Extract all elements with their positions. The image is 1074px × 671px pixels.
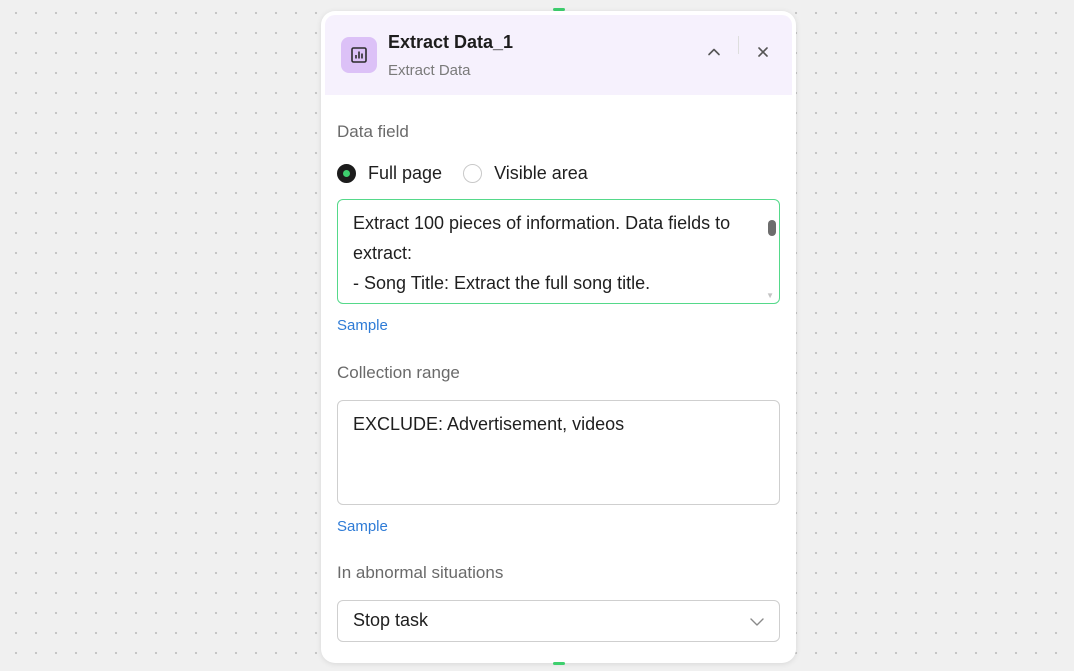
chevron-up-icon (708, 48, 720, 56)
collapse-button[interactable] (703, 41, 725, 63)
abnormal-situations-select[interactable]: Stop task (337, 600, 780, 642)
radio-full-page-label: Full page (368, 162, 443, 183)
radio-visible-area-label: Visible area (494, 162, 588, 183)
node-header: Extract Data_1 Extract Data (325, 15, 792, 95)
textarea-line: - Song Title: Extract the full song titl… (353, 273, 651, 293)
collection-range-textarea[interactable]: EXCLUDE: Advertisement, videos (337, 400, 780, 505)
textarea-line: extract: (353, 243, 413, 263)
radio-full-page[interactable]: Full page (337, 163, 442, 184)
extract-data-node-card: Extract Data_1 Extract Data Data field F… (321, 11, 796, 663)
radio-unchecked-icon (463, 163, 483, 183)
textarea-line: Extract 100 pieces of information. Data … (353, 213, 731, 233)
chevron-down-icon (750, 618, 764, 626)
abnormal-situations-label: In abnormal situations (337, 563, 504, 582)
close-button[interactable] (752, 41, 774, 63)
textarea-line: EXCLUDE: Advertisement, videos (353, 414, 625, 434)
header-divider (738, 36, 739, 54)
collection-range-sample-link[interactable]: Sample (337, 518, 388, 535)
data-field-textarea[interactable]: Extract 100 pieces of information. Data … (337, 199, 780, 304)
data-field-label: Data field (337, 122, 409, 141)
collection-range-label: Collection range (337, 363, 460, 382)
output-connector[interactable] (553, 662, 565, 665)
textarea-scrollbar[interactable] (768, 220, 776, 236)
data-field-sample-link[interactable]: Sample (337, 317, 388, 334)
radio-visible-area[interactable]: Visible area (463, 163, 588, 184)
node-subtitle: Extract Data (388, 62, 471, 79)
bar-chart-icon (341, 37, 377, 73)
scroll-down-arrow-icon[interactable]: ▼ (766, 292, 774, 300)
node-title: Extract Data_1 (388, 32, 514, 52)
close-icon (758, 47, 768, 57)
radio-checked-icon (337, 163, 356, 183)
select-value: Stop task (353, 610, 429, 630)
data-field-radio-group: Full page Visible area (337, 162, 588, 184)
